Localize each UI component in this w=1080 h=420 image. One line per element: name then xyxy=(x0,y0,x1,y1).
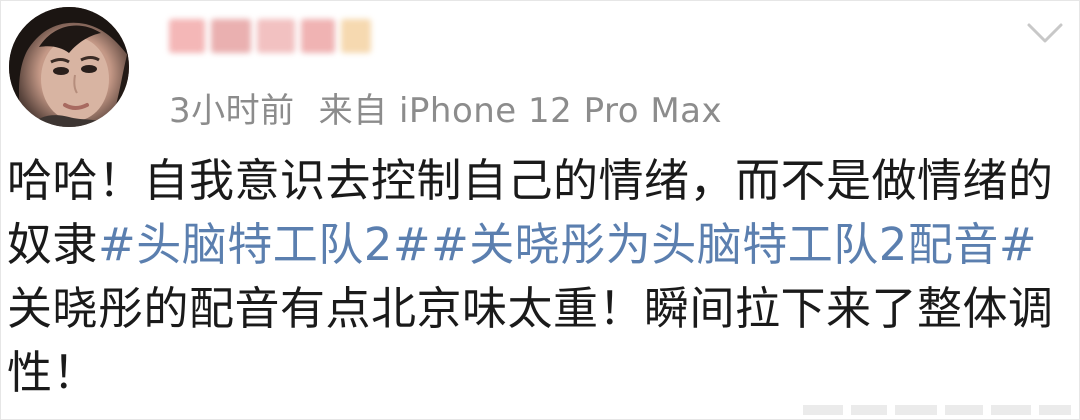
topic-link[interactable]: #关晓彤为头脑特工队2配音# xyxy=(431,218,1037,271)
chevron-down-icon[interactable] xyxy=(1025,19,1065,47)
weibo-post-card: 3小时前 来自 iPhone 12 Pro Max 哈哈！自我意识去控制自己的情绪… xyxy=(0,0,1080,420)
username-mosaic-block xyxy=(301,19,335,53)
username-mosaic-block xyxy=(257,19,295,53)
username-mosaic-block xyxy=(169,19,205,53)
watermark xyxy=(803,405,1071,415)
username-blurred[interactable] xyxy=(169,13,389,59)
post-meta: 3小时前 来自 iPhone 12 Pro Max xyxy=(169,83,722,132)
post-text: 关晓彤的配音有点北京味太重！瞬间拉下来了整体调性！ xyxy=(7,282,1054,399)
post-body: 哈哈！自我意识去控制自己的情绪，而不是做情绪的奴隶#头脑特工队2##关晓彤为头脑… xyxy=(7,149,1073,405)
avatar-image xyxy=(9,7,129,127)
username-mosaic-block xyxy=(211,19,251,53)
post-timestamp: 3小时前 xyxy=(169,91,295,131)
avatar[interactable] xyxy=(9,7,129,127)
post-source: 来自 iPhone 12 Pro Max xyxy=(318,91,723,131)
username-mosaic-block xyxy=(341,19,371,53)
topic-link[interactable]: #头脑特工队2# xyxy=(98,218,431,271)
